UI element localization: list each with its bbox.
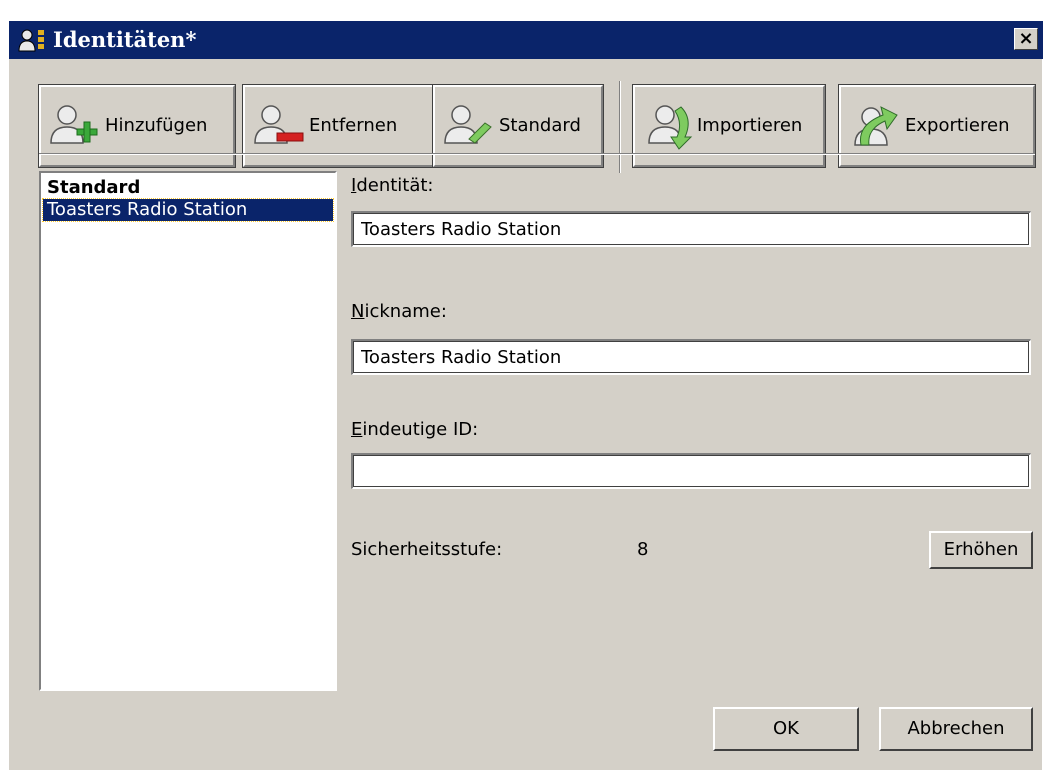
security-level-value: 8 bbox=[637, 539, 649, 560]
nickname-label: Nickname: bbox=[351, 301, 447, 322]
close-button[interactable]: × bbox=[1014, 28, 1038, 50]
security-level-label: Sicherheitsstufe: bbox=[351, 539, 503, 560]
user-remove-icon bbox=[254, 105, 304, 144]
toolbar-divider bbox=[39, 153, 1035, 155]
window-title: Identitäten* bbox=[53, 27, 197, 52]
cancel-button[interactable]: Abbrechen bbox=[879, 707, 1033, 751]
identities-dialog: Identitäten* × Hinzufügen Entfernen Stan… bbox=[8, 20, 1043, 770]
remove-identity-label: Entfernen bbox=[309, 115, 398, 136]
user-default-icon bbox=[444, 105, 492, 144]
identity-list[interactable]: Standard Toasters Radio Station bbox=[39, 171, 337, 691]
import-label: Importieren bbox=[697, 115, 803, 136]
nickname-field[interactable] bbox=[351, 339, 1031, 375]
import-icon bbox=[648, 105, 693, 150]
unique-id-label: Eindeutige ID: bbox=[351, 419, 479, 440]
add-identity-label: Hinzufügen bbox=[105, 115, 208, 136]
title-bar[interactable]: Identitäten* × bbox=[9, 21, 1043, 59]
unique-id-field[interactable] bbox=[351, 453, 1031, 489]
set-default-label: Standard bbox=[499, 115, 581, 136]
toolbar-separator bbox=[619, 81, 621, 173]
raise-security-button[interactable]: Erhöhen bbox=[929, 531, 1033, 569]
list-item-selected[interactable]: Toasters Radio Station bbox=[42, 198, 334, 222]
identities-icon bbox=[18, 29, 44, 52]
export-label: Exportieren bbox=[905, 115, 1010, 136]
list-item[interactable]: Standard bbox=[43, 177, 333, 199]
identity-field[interactable] bbox=[351, 211, 1031, 247]
identity-label: Identität: bbox=[351, 175, 434, 196]
user-add-icon bbox=[50, 105, 98, 144]
export-icon bbox=[854, 106, 898, 146]
ok-button[interactable]: OK bbox=[713, 707, 859, 751]
